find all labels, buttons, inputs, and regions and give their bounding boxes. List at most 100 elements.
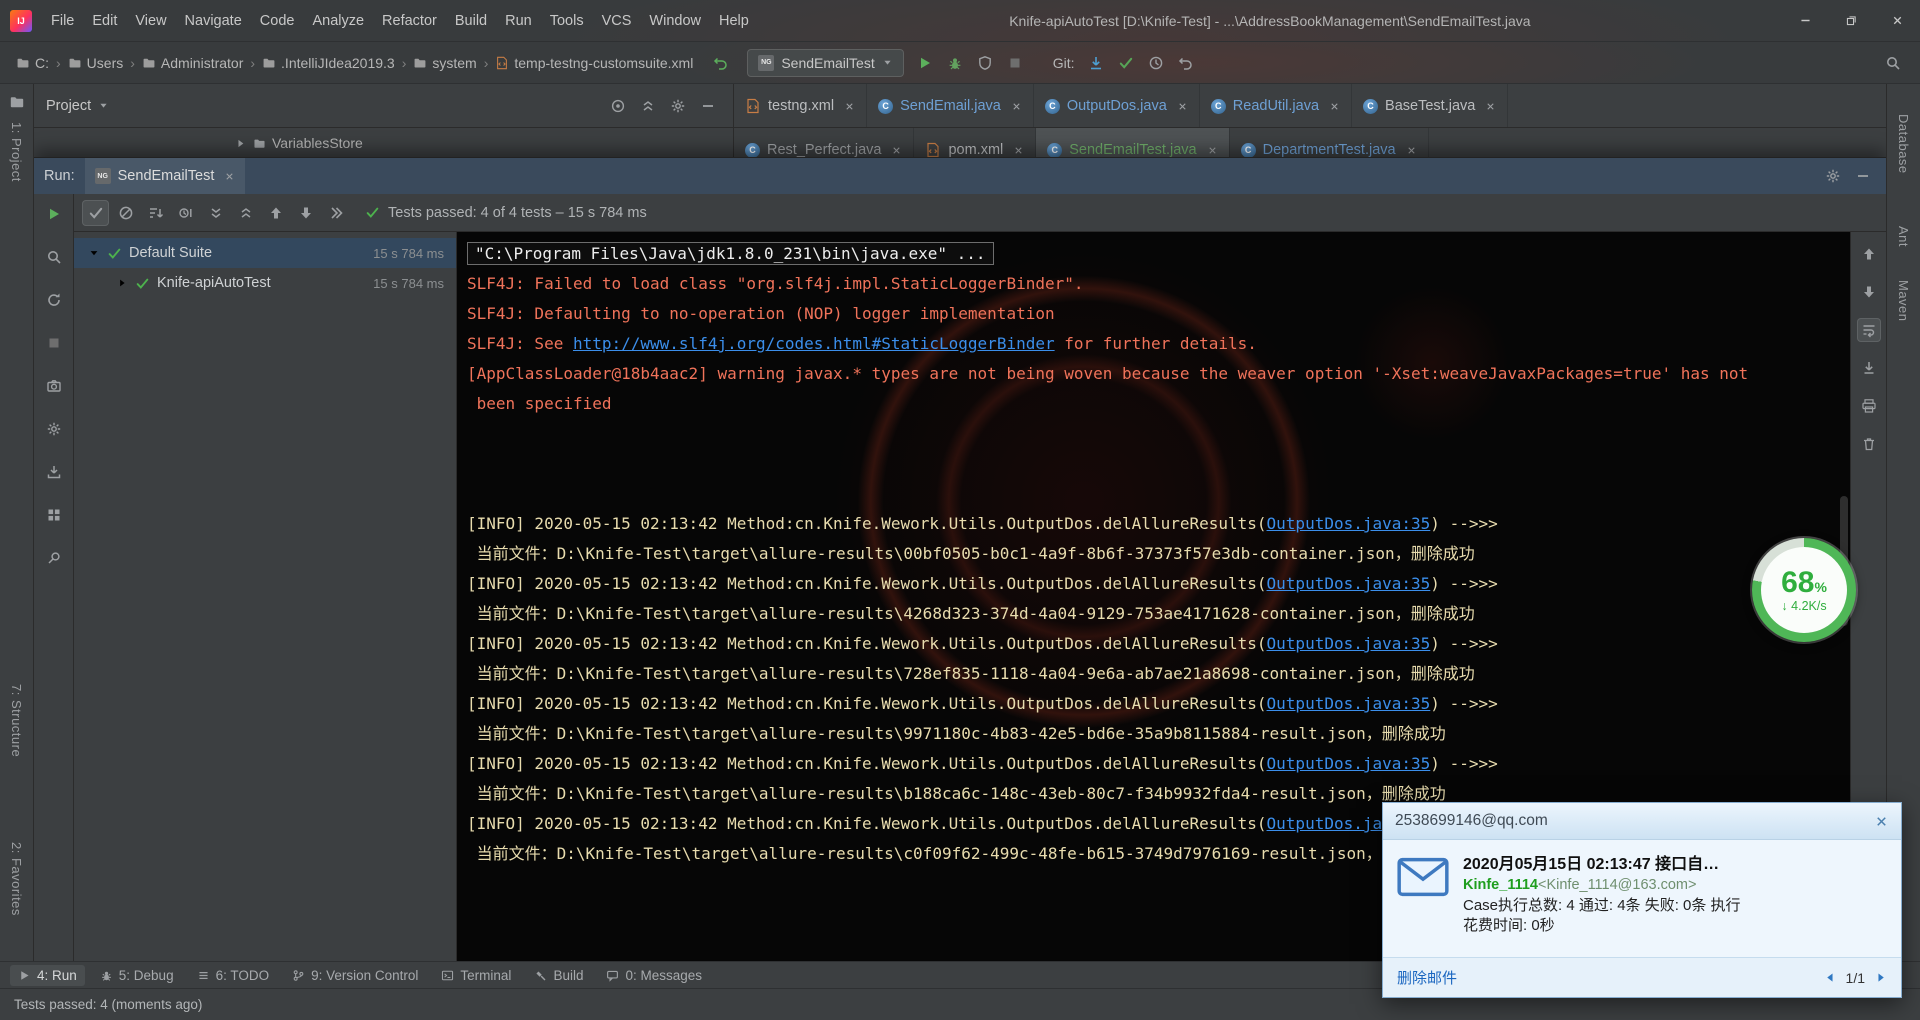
toolwindow-button-build[interactable]: Build xyxy=(526,965,591,986)
update-project-button[interactable] xyxy=(1083,50,1110,76)
stripe-ant[interactable]: Ant xyxy=(1896,226,1911,247)
console-link[interactable]: OutputDos.java:35 xyxy=(1267,754,1431,773)
settings-button[interactable] xyxy=(664,93,691,119)
pin-button[interactable] xyxy=(42,546,66,570)
test-history-button[interactable] xyxy=(42,288,66,312)
settings-button[interactable] xyxy=(1819,163,1846,189)
show-ignored-toggle[interactable] xyxy=(112,200,139,226)
sort-by-duration-toggle[interactable] xyxy=(172,200,199,226)
back-arrow-icon[interactable] xyxy=(713,55,729,71)
coverage-button[interactable] xyxy=(972,50,999,76)
chevron-right-icon[interactable] xyxy=(234,137,247,150)
hide-button[interactable] xyxy=(694,93,721,119)
locate-file-button[interactable] xyxy=(604,93,631,119)
clear-all-button[interactable] xyxy=(1857,432,1881,456)
editor-tab-departmenttest-java[interactable]: C DepartmentTest.java xyxy=(1230,128,1429,157)
commit-button[interactable] xyxy=(1113,50,1140,76)
breadcrumb-item[interactable]: Users xyxy=(66,53,126,73)
debug-button[interactable] xyxy=(942,50,969,76)
console-link[interactable]: OutputDos.java:35 xyxy=(1267,574,1431,593)
sort-alphabetically-toggle[interactable] xyxy=(142,200,169,226)
toolwindow-button-6-todo[interactable]: 6: TODO xyxy=(189,965,278,986)
collapse-all-button[interactable] xyxy=(634,93,661,119)
console-link[interactable]: OutputDos.java:35 xyxy=(1267,514,1431,533)
minimize-button[interactable] xyxy=(1782,0,1828,41)
menu-file[interactable]: File xyxy=(42,9,83,33)
run-tab[interactable]: NG SendEmailTest xyxy=(84,158,246,194)
menu-run[interactable]: Run xyxy=(496,9,541,33)
delete-mail-link[interactable]: 删除邮件 xyxy=(1397,967,1457,988)
test-suite-row[interactable]: Default Suite 15 s 784 ms xyxy=(74,238,456,268)
toolwindow-button-4-run[interactable]: 4: Run xyxy=(10,964,85,986)
console-link[interactable]: http://www.slf4j.org/codes.html#StaticLo… xyxy=(573,334,1055,353)
menu-window[interactable]: Window xyxy=(640,9,710,33)
menu-tools[interactable]: Tools xyxy=(541,9,593,33)
menu-help[interactable]: Help xyxy=(710,9,758,33)
project-tree-item[interactable]: VariablesStore xyxy=(272,135,363,151)
console-link[interactable]: OutputDos.java:35 xyxy=(1267,694,1431,713)
previous-failed-button[interactable] xyxy=(262,200,289,226)
close-icon[interactable] xyxy=(1874,814,1889,829)
menu-vcs[interactable]: VCS xyxy=(593,9,641,33)
editor-tab-rest-perfect-java[interactable]: C Rest_Perfect.java xyxy=(734,128,915,157)
soft-wrap-toggle[interactable] xyxy=(1856,318,1881,342)
menu-navigate[interactable]: Navigate xyxy=(176,9,251,33)
editor-tab-readutil-java[interactable]: C ReadUtil.java xyxy=(1200,84,1353,127)
editor-tab-basetest-java[interactable]: C BaseTest.java xyxy=(1352,84,1509,127)
chevron-down-icon[interactable] xyxy=(98,100,109,111)
editor-tab-outputdos-java[interactable]: C OutputDos.java xyxy=(1034,84,1200,127)
more-button[interactable] xyxy=(322,200,349,226)
rollback-button[interactable] xyxy=(1173,50,1200,76)
stripe-database[interactable]: Database xyxy=(1896,114,1911,174)
stripe-favorites[interactable]: 2: Favorites xyxy=(9,842,24,916)
search-everywhere-button[interactable] xyxy=(1879,50,1906,76)
mail-subject[interactable]: 2020月05月15日 02:13:47 接口自… xyxy=(1463,850,1741,874)
import-tests-button[interactable] xyxy=(42,460,66,484)
scroll-down-button[interactable] xyxy=(1857,280,1881,304)
stripe-structure[interactable]: 7: Structure xyxy=(9,684,24,757)
editor-tab-sendemailtest-java[interactable]: C SendEmailTest.java xyxy=(1036,128,1230,157)
editor-tab-sendemail-java[interactable]: C SendEmail.java xyxy=(867,84,1034,127)
test-row[interactable]: Knife-apiAutoTest 15 s 784 ms xyxy=(74,268,456,298)
next-failed-button[interactable] xyxy=(292,200,319,226)
rerun-button[interactable] xyxy=(42,202,66,226)
hide-button[interactable] xyxy=(1849,163,1876,189)
next-mail-button[interactable] xyxy=(1874,971,1887,984)
close-icon[interactable] xyxy=(224,171,235,182)
screenshot-button[interactable] xyxy=(42,374,66,398)
rerun-failed-button[interactable] xyxy=(42,245,66,269)
restore-button[interactable] xyxy=(1828,0,1874,41)
show-passed-toggle[interactable] xyxy=(82,199,109,226)
project-panel-title[interactable]: Project xyxy=(46,98,91,114)
menu-build[interactable]: Build xyxy=(446,9,496,33)
run-configuration-select[interactable]: NG SendEmailTest xyxy=(747,48,904,77)
menu-view[interactable]: View xyxy=(126,9,175,33)
scroll-to-end-button[interactable] xyxy=(1857,356,1881,380)
chevron-right-icon[interactable] xyxy=(116,277,128,289)
print-button[interactable] xyxy=(1857,394,1881,418)
settings-button[interactable] xyxy=(42,417,66,441)
stop-button[interactable] xyxy=(1002,50,1029,76)
close-button[interactable] xyxy=(1874,0,1920,41)
chevron-down-icon[interactable] xyxy=(88,247,100,259)
collapse-all-button[interactable] xyxy=(232,200,259,226)
prev-mail-button[interactable] xyxy=(1824,971,1837,984)
breadcrumb-item[interactable]: C: xyxy=(14,53,51,73)
menu-edit[interactable]: Edit xyxy=(83,9,126,33)
scroll-up-button[interactable] xyxy=(1857,242,1881,266)
breadcrumb-item[interactable]: temp-testng-customsuite.xml xyxy=(493,53,695,73)
expand-all-button[interactable] xyxy=(202,200,229,226)
console-link[interactable]: OutputDos.java:35 xyxy=(1267,634,1431,653)
editor-tab-pom-xml[interactable]: pom.xml xyxy=(914,128,1037,157)
menu-code[interactable]: Code xyxy=(251,9,304,33)
toolwindow-button-terminal[interactable]: Terminal xyxy=(433,965,519,986)
breadcrumb-item[interactable]: system xyxy=(411,53,478,73)
history-button[interactable] xyxy=(1143,50,1170,76)
toolwindow-button-0-messages[interactable]: 0: Messages xyxy=(598,965,710,986)
stripe-project[interactable]: 1: Project xyxy=(9,122,24,182)
toolwindow-button-9-version-control[interactable]: 9: Version Control xyxy=(284,965,426,986)
breadcrumb-item[interactable]: Administrator xyxy=(140,53,245,73)
stop-button[interactable] xyxy=(42,331,66,355)
stripe-maven[interactable]: Maven xyxy=(1896,280,1911,322)
menu-analyze[interactable]: Analyze xyxy=(303,9,373,33)
